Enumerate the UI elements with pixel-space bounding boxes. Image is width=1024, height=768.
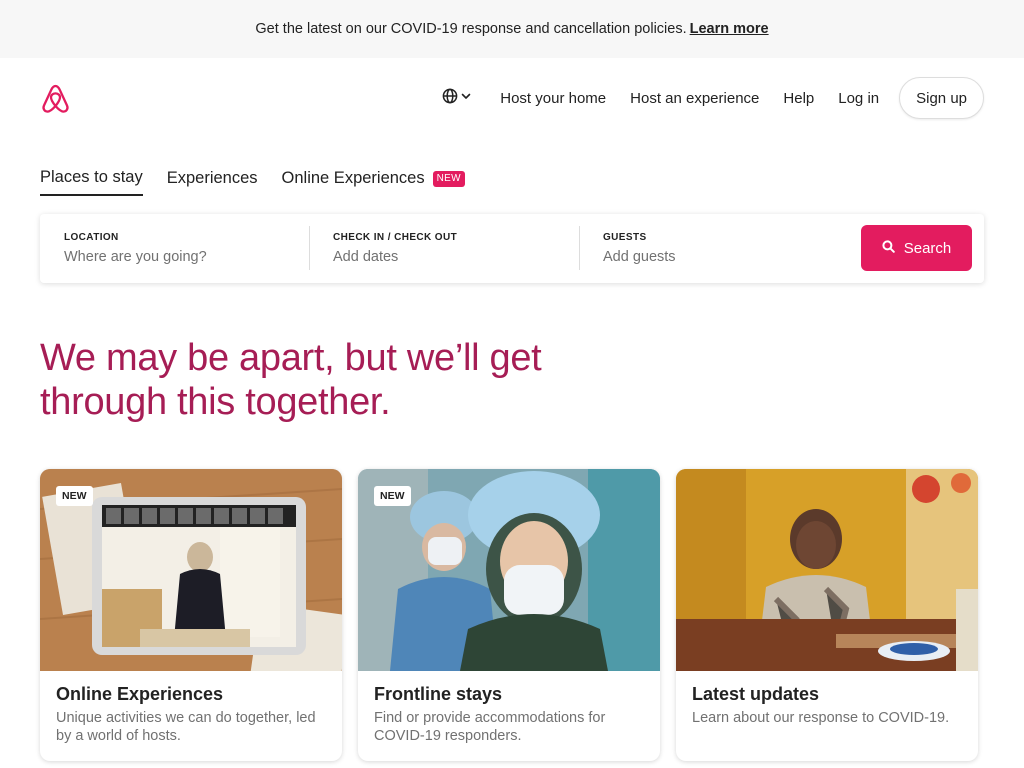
chevron-down-icon (460, 89, 472, 107)
covid-banner: Get the latest on our COVID-19 response … (0, 0, 1024, 58)
guests-field[interactable]: Guests (603, 226, 803, 272)
tab-label: Experiences (166, 169, 258, 187)
tab-places-to-stay[interactable]: Places to stay (40, 168, 143, 196)
feature-cards: NEW Online Experiences Unique activities… (40, 469, 978, 761)
new-badge: NEW (432, 170, 465, 187)
new-badge: NEW (374, 486, 411, 506)
card-title: Frontline stays (374, 684, 503, 704)
search-button[interactable]: Search (861, 225, 972, 271)
language-selector[interactable] (442, 88, 472, 109)
banner-text: Get the latest on our COVID-19 response … (255, 21, 687, 37)
tab-label: Places to stay (40, 168, 143, 186)
host-an-experience-link[interactable]: Host an experience (630, 90, 759, 107)
card-title: Latest updates (692, 684, 820, 704)
page-headline: We may be apart, but we’ll get through t… (40, 337, 542, 423)
card-frontline-stays[interactable]: NEW Frontline stays Find or provide acco… (358, 469, 660, 761)
sign-up-button[interactable]: Sign up (899, 77, 984, 119)
host-your-home-link[interactable]: Host your home (500, 90, 606, 107)
search-button-label: Search (903, 239, 952, 257)
new-badge: NEW (56, 486, 93, 506)
frontline-stays-image: NEW (358, 469, 660, 671)
card-latest-updates[interactable]: Latest updates Learn about our response … (676, 469, 978, 761)
location-label: Location (64, 232, 119, 243)
guests-input[interactable] (603, 249, 803, 265)
card-title: Online Experiences (56, 684, 224, 704)
location-field[interactable]: Location (64, 226, 264, 272)
learn-more-link[interactable]: Learn more (690, 21, 769, 37)
latest-updates-image (676, 469, 978, 671)
dates-label: Check in / Check out (333, 232, 458, 243)
divider (579, 226, 580, 270)
search-bar: Location Check in / Check out Guests Sea… (40, 214, 984, 283)
guests-label: Guests (603, 232, 647, 243)
card-description: Find or provide accommodations for COVID… (374, 710, 606, 744)
globe-icon (442, 88, 458, 109)
dates-field[interactable]: Check in / Check out (333, 226, 533, 272)
top-nav: Host your home Host an experience Help L… (442, 77, 984, 119)
search-tabs: Places to stay Experiences Online Experi… (40, 168, 465, 196)
card-description: Learn about our response to COVID-19. (692, 710, 950, 726)
header: Host your home Host an experience Help L… (0, 58, 1024, 138)
divider (309, 226, 310, 270)
card-description: Unique activities we can do together, le… (56, 710, 316, 744)
help-link[interactable]: Help (783, 90, 814, 107)
tab-label: Online Experiences (281, 169, 425, 187)
dates-input[interactable] (333, 249, 533, 265)
airbnb-logo-icon[interactable] (40, 82, 71, 115)
log-in-link[interactable]: Log in (838, 90, 879, 107)
online-experiences-image: NEW (40, 469, 342, 671)
tab-experiences[interactable]: Experiences (167, 168, 258, 196)
search-icon (882, 239, 895, 257)
location-input[interactable] (64, 249, 264, 265)
tab-online-experiences[interactable]: Online Experiences NEW (282, 168, 465, 196)
card-online-experiences[interactable]: NEW Online Experiences Unique activities… (40, 469, 342, 761)
